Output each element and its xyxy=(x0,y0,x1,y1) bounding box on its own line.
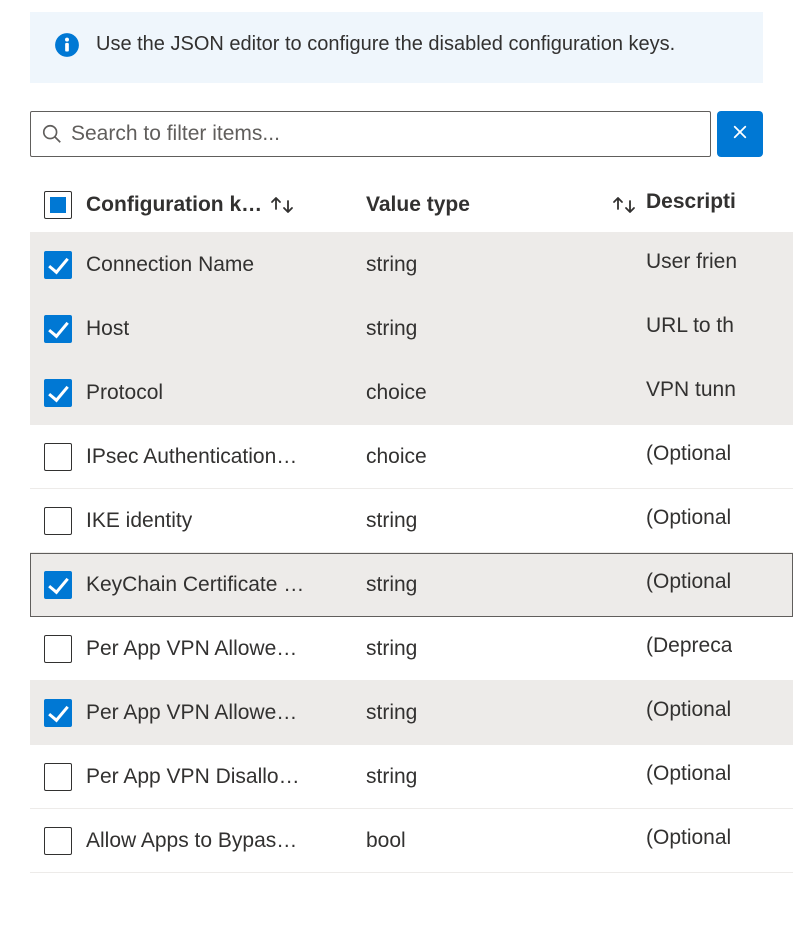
column-header-desc[interactable]: Descripti xyxy=(646,190,793,220)
row-desc: (Depreca xyxy=(646,634,732,658)
row-checkbox[interactable] xyxy=(44,571,72,599)
row-key: Per App VPN Allowe… xyxy=(86,701,297,725)
table-header: Configuration k… Value type xyxy=(30,177,793,233)
row-desc: User frien xyxy=(646,250,737,274)
sort-icon xyxy=(268,195,296,215)
row-desc: VPN tunn xyxy=(646,378,736,402)
table-row[interactable]: Connection Name string User frien xyxy=(30,233,793,297)
table-row[interactable]: KeyChain Certificate … string (Optional xyxy=(30,553,793,617)
column-header-key[interactable]: Configuration k… xyxy=(86,193,366,217)
row-checkbox[interactable] xyxy=(44,635,72,663)
table-row[interactable]: Per App VPN Disallo… string (Optional xyxy=(30,745,793,809)
close-icon xyxy=(731,121,749,147)
search-box[interactable] xyxy=(30,111,711,157)
row-key: Allow Apps to Bypas… xyxy=(86,829,297,853)
row-desc: URL to th xyxy=(646,314,734,338)
config-keys-table: Configuration k… Value type xyxy=(30,177,793,873)
row-key: Per App VPN Allowe… xyxy=(86,637,297,661)
row-checkbox[interactable] xyxy=(44,315,72,343)
row-desc: (Optional xyxy=(646,442,731,466)
row-desc: (Optional xyxy=(646,506,731,530)
row-key: Per App VPN Disallo… xyxy=(86,765,300,789)
row-key: IPsec Authentication… xyxy=(86,445,297,469)
row-type: string xyxy=(366,637,417,661)
table-row[interactable]: Per App VPN Allowe… string (Optional xyxy=(30,681,793,745)
select-all-checkbox[interactable] xyxy=(44,191,72,219)
info-banner-text: Use the JSON editor to configure the dis… xyxy=(96,30,675,59)
row-type: choice xyxy=(366,445,427,469)
search-input[interactable] xyxy=(71,122,700,146)
table-row[interactable]: Host string URL to th xyxy=(30,297,793,361)
row-desc: (Optional xyxy=(646,698,731,722)
row-key: Protocol xyxy=(86,381,163,405)
row-type: string xyxy=(366,509,417,533)
sort-icon xyxy=(610,195,638,215)
row-type: choice xyxy=(366,381,427,405)
table-row[interactable]: Protocol choice VPN tunn xyxy=(30,361,793,425)
row-checkbox[interactable] xyxy=(44,251,72,279)
row-desc: (Optional xyxy=(646,762,731,786)
row-desc: (Optional xyxy=(646,826,731,850)
row-key: IKE identity xyxy=(86,509,192,533)
info-icon xyxy=(54,32,80,58)
search-icon xyxy=(41,123,63,145)
row-checkbox[interactable] xyxy=(44,763,72,791)
row-key: Connection Name xyxy=(86,253,254,277)
clear-search-button[interactable] xyxy=(717,111,763,157)
row-checkbox[interactable] xyxy=(44,827,72,855)
row-checkbox[interactable] xyxy=(44,379,72,407)
table-row[interactable]: IKE identity string (Optional xyxy=(30,489,793,553)
table-row[interactable]: IPsec Authentication… choice (Optional xyxy=(30,425,793,489)
row-key: KeyChain Certificate … xyxy=(86,573,304,597)
row-desc: (Optional xyxy=(646,570,731,594)
row-type: bool xyxy=(366,829,406,853)
search-row xyxy=(30,111,763,157)
row-checkbox[interactable] xyxy=(44,507,72,535)
row-type: string xyxy=(366,317,417,341)
row-key: Host xyxy=(86,317,129,341)
table-row[interactable]: Per App VPN Allowe… string (Depreca xyxy=(30,617,793,681)
row-type: string xyxy=(366,765,417,789)
row-checkbox[interactable] xyxy=(44,443,72,471)
row-type: string xyxy=(366,701,417,725)
row-type: string xyxy=(366,573,417,597)
column-header-type[interactable]: Value type xyxy=(366,193,646,217)
row-checkbox[interactable] xyxy=(44,699,72,727)
info-banner: Use the JSON editor to configure the dis… xyxy=(30,12,763,83)
row-type: string xyxy=(366,253,417,277)
table-row[interactable]: Allow Apps to Bypas… bool (Optional xyxy=(30,809,793,873)
